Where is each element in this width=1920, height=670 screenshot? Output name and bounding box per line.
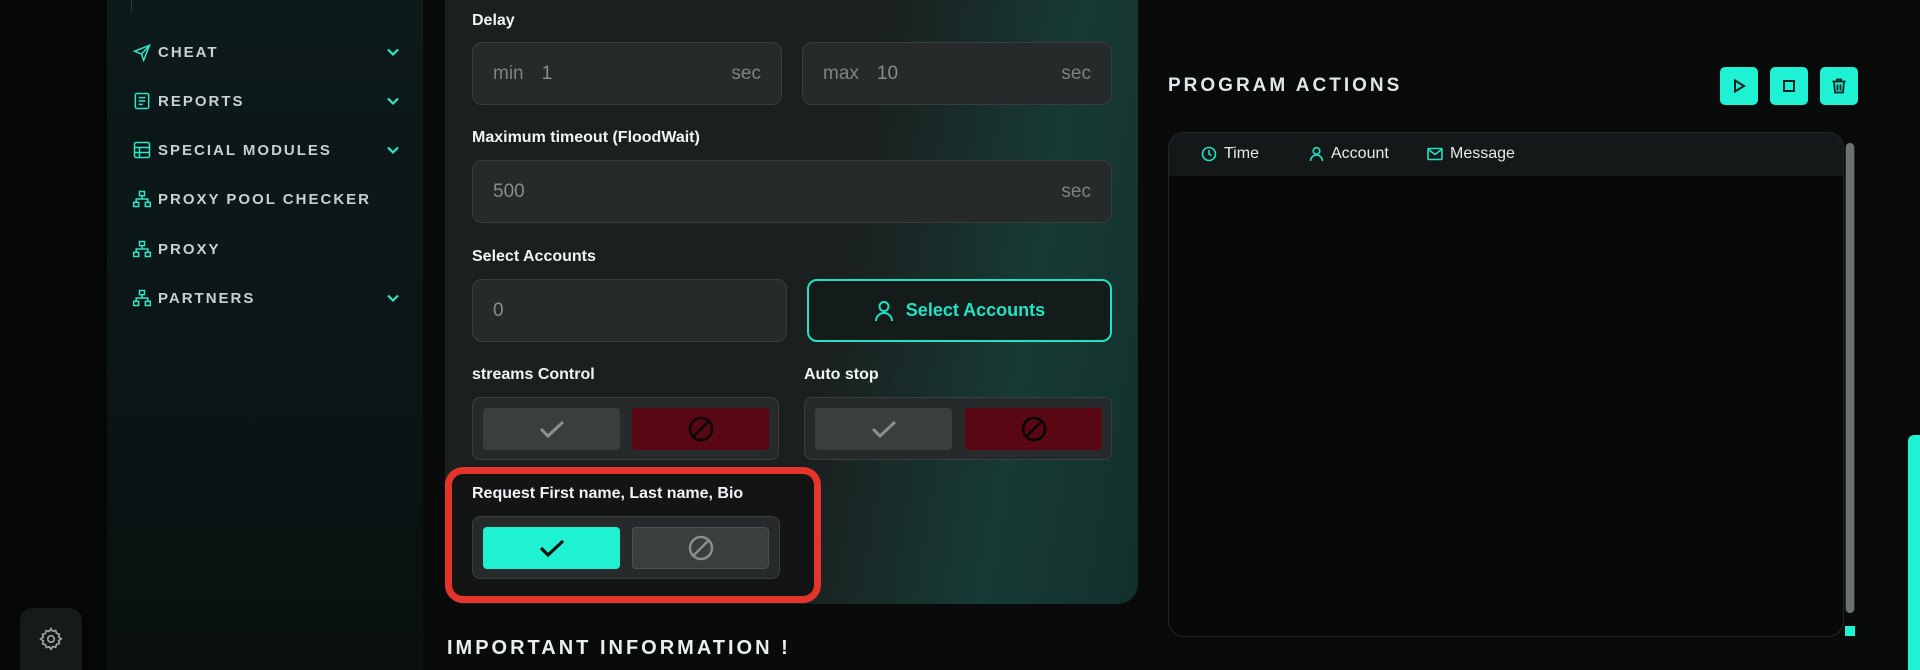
auto-stop-no[interactable] — [965, 408, 1102, 450]
column-message[interactable]: Message — [1427, 145, 1515, 163]
sidebar-item-label: REPORTS — [158, 92, 245, 110]
log-header: Time Account Message — [1169, 133, 1843, 176]
block-icon — [1021, 416, 1046, 442]
sidebar-item-special-modules[interactable]: SPECIAL MODULES — [131, 135, 401, 165]
streams-control-toggle — [472, 397, 779, 460]
sidebar-item-label: CHEAT — [158, 43, 219, 61]
settings-button[interactable] — [20, 608, 82, 670]
sidebar-item-label: PROXY POOL CHECKER — [158, 190, 371, 208]
resize-handle[interactable] — [1845, 626, 1855, 636]
check-icon — [539, 539, 564, 558]
delay-label: Delay — [472, 12, 515, 29]
clock-icon — [1201, 146, 1217, 162]
program-actions-title: PROGRAM ACTIONS — [1168, 75, 1403, 96]
page-scrollbar-thumb[interactable] — [1908, 435, 1920, 670]
report-icon — [131, 90, 153, 112]
gear-icon — [39, 627, 63, 651]
timeout-input[interactable]: 500 sec — [472, 160, 1112, 223]
log-scrollbar-thumb[interactable] — [1846, 143, 1854, 613]
network-icon — [131, 287, 153, 309]
block-icon — [688, 535, 713, 561]
play-button[interactable] — [1720, 67, 1758, 105]
accounts-label: Select Accounts — [472, 248, 596, 265]
important-info-title: IMPORTANT INFORMATION ! — [447, 637, 791, 659]
sidebar-item-label: PARTNERS — [158, 289, 256, 307]
column-account-label: Account — [1331, 145, 1389, 162]
delay-min-unit: sec — [731, 62, 761, 84]
column-account[interactable]: Account — [1309, 145, 1389, 163]
table-icon — [131, 139, 153, 161]
delay-max-value: 10 — [876, 62, 899, 84]
select-accounts-label: Select Accounts — [905, 300, 1046, 320]
chevron-down-icon[interactable] — [385, 290, 401, 306]
check-icon — [871, 420, 896, 439]
request-names-no[interactable] — [632, 527, 769, 569]
timeout-label: Maximum timeout (FloodWait) — [472, 129, 700, 146]
streams-control-yes[interactable] — [483, 408, 620, 450]
stop-button[interactable] — [1770, 67, 1808, 105]
request-names-yes[interactable] — [483, 527, 620, 569]
chevron-down-icon[interactable] — [385, 142, 401, 158]
sidebar-item-cheat[interactable]: CHEAT — [131, 37, 401, 67]
request-names-toggle — [472, 516, 780, 579]
play-icon — [1734, 78, 1746, 94]
paper-plane-icon — [131, 41, 153, 63]
auto-stop-yes[interactable] — [815, 408, 952, 450]
network-icon — [131, 238, 153, 260]
network-icon — [131, 188, 153, 210]
column-time-label: Time — [1224, 145, 1259, 162]
delay-min-prefix: min — [493, 62, 524, 84]
delay-max-input[interactable]: max 10 sec — [802, 42, 1112, 105]
sidebar-item-reports[interactable]: REPORTS — [131, 86, 401, 116]
mail-icon — [1427, 147, 1443, 161]
chevron-down-icon[interactable] — [385, 93, 401, 109]
select-accounts-button[interactable]: Select Accounts — [807, 279, 1112, 342]
block-icon — [688, 416, 713, 442]
auto-stop-label: Auto stop — [804, 366, 879, 383]
chevron-down-icon[interactable] — [385, 44, 401, 60]
sidebar: CHEAT REPORTS SPECIAL MODULES PROXY POOL… — [107, 0, 423, 670]
clear-button[interactable] — [1820, 67, 1858, 105]
delay-max-prefix: max — [823, 62, 859, 84]
sidebar-item-partners[interactable]: PARTNERS — [131, 283, 401, 313]
accounts-count-input[interactable]: 0 — [472, 279, 787, 342]
user-icon — [1309, 146, 1324, 162]
log-panel: Time Account Message — [1168, 132, 1844, 637]
streams-control-label: streams Control — [472, 366, 595, 383]
delay-min-input[interactable]: min 1 sec — [472, 42, 782, 105]
delay-max-unit: sec — [1061, 62, 1091, 84]
accounts-count-value: 0 — [493, 299, 504, 321]
timeout-unit: sec — [1061, 180, 1091, 202]
user-icon — [874, 300, 894, 322]
sidebar-item-label: SPECIAL MODULES — [158, 141, 332, 159]
check-icon — [539, 420, 564, 439]
left-rail — [0, 0, 107, 670]
sidebar-item-proxy[interactable]: PROXY — [131, 234, 401, 264]
trash-icon — [1832, 78, 1846, 94]
request-names-label: Request First name, Last name, Bio — [472, 485, 744, 502]
streams-control-no[interactable] — [632, 408, 769, 450]
timeout-placeholder: 500 — [493, 180, 525, 202]
column-message-label: Message — [1450, 145, 1515, 162]
column-time[interactable]: Time — [1201, 145, 1259, 163]
delay-min-value: 1 — [541, 62, 553, 84]
sidebar-item-label: PROXY — [158, 240, 221, 258]
stop-icon — [1783, 80, 1795, 92]
auto-stop-toggle — [804, 397, 1112, 460]
sidebar-item-proxy-pool-checker[interactable]: PROXY POOL CHECKER — [131, 184, 401, 214]
